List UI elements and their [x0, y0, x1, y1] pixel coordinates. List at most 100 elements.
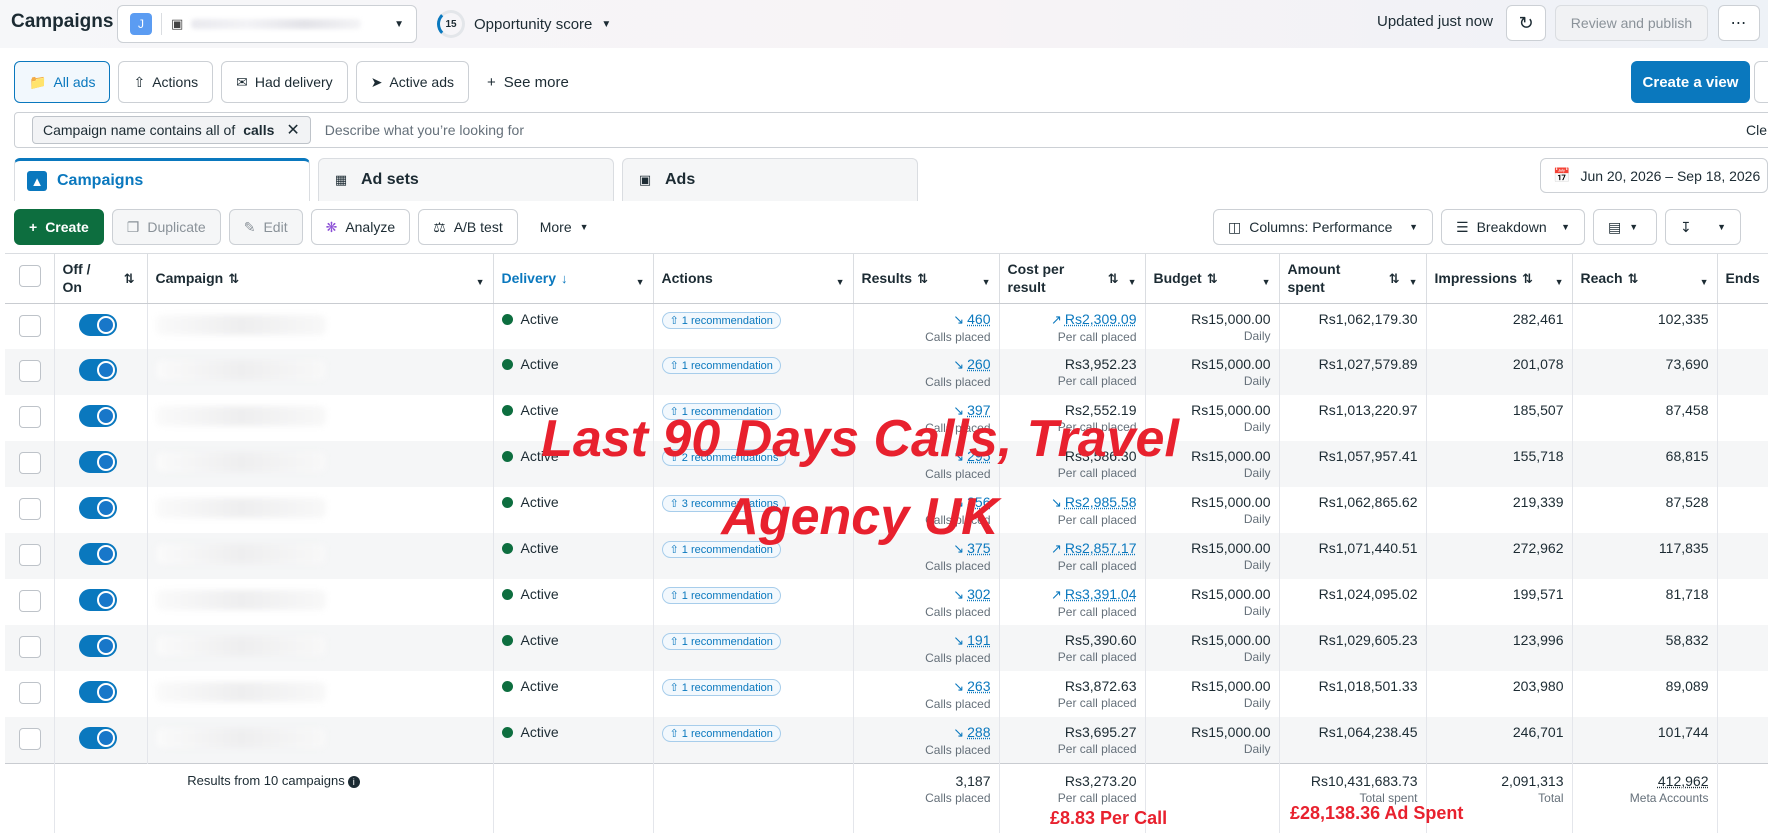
row-checkbox[interactable] [19, 452, 41, 474]
header-impressions[interactable]: Impressions ⇅ ▼ [1426, 254, 1573, 304]
table-row[interactable]: Active ⇧ 1 recommendation ↘ 191 Calls placed… [5, 625, 1768, 671]
campaign-name-cell[interactable] [147, 441, 494, 487]
campaign-name-cell[interactable] [147, 395, 494, 441]
select-all-checkbox[interactable] [19, 265, 41, 288]
results-value[interactable]: 263 [967, 678, 990, 694]
header-campaign[interactable]: Campaign ⇅ ▼ [147, 254, 494, 304]
header-budget[interactable]: Budget ⇅ ▼ [1145, 254, 1280, 304]
recommendation-badge[interactable]: ⇧ 1 recommendation [661, 725, 781, 742]
budget-cell[interactable]: Rs15,000.00 Daily [1145, 671, 1280, 717]
filter-bar[interactable]: Campaign name contains all of calls ✕ De… [14, 112, 1768, 148]
row-checkbox[interactable] [19, 728, 41, 750]
campaign-name-cell[interactable] [147, 533, 494, 579]
tab-campaigns[interactable]: ▲ Campaigns [14, 158, 310, 201]
table-row[interactable]: Active ⇧ 1 recommendation ↘ 460 Calls placed… [5, 303, 1768, 349]
overflow-button[interactable] [1754, 61, 1768, 103]
header-actions[interactable]: Actions ▼ [653, 254, 854, 304]
close-icon[interactable]: ✕ [286, 120, 299, 140]
campaign-name-cell[interactable] [147, 349, 494, 395]
campaign-name-cell[interactable] [147, 717, 494, 763]
view-had-delivery[interactable]: ✉ Had delivery [221, 61, 348, 103]
opportunity-score-dropdown[interactable]: 15 Opportunity score ▼ [437, 10, 611, 38]
row-checkbox[interactable] [19, 314, 41, 337]
header-reach[interactable]: Reach ⇅ ▼ [1572, 254, 1718, 304]
analyze-button[interactable]: ❋ Analyze [310, 209, 411, 245]
row-checkbox[interactable] [19, 360, 41, 382]
header-off-on[interactable]: Off / On ⇅ [54, 254, 148, 304]
recommendation-badge[interactable]: ⇧ 1 recommendation [661, 357, 781, 374]
campaign-toggle[interactable] [78, 543, 117, 565]
cost-value[interactable]: Rs3,391.04 [1065, 586, 1137, 602]
tab-ad-sets[interactable]: ▦ Ad sets [318, 158, 614, 201]
table-row[interactable]: Active ⇧ 1 recommendation ↘ 263 Calls placed… [5, 671, 1768, 717]
ab-test-button[interactable]: ⚖ A/B test [418, 209, 518, 245]
duplicate-button[interactable]: ❐ Duplicate [111, 209, 221, 245]
header-ends[interactable]: Ends [1717, 254, 1768, 304]
budget-cell[interactable]: Rs15,000.00 Daily [1145, 579, 1280, 625]
campaign-name-cell[interactable] [147, 625, 494, 671]
table-row[interactable]: Active ⇧ 1 recommendation ↘ 302 Calls placed… [5, 579, 1768, 625]
create-button[interactable]: + Create [14, 209, 104, 245]
recommendation-badge[interactable]: ⇧ 1 recommendation [661, 679, 781, 696]
row-checkbox[interactable] [19, 406, 41, 428]
view-all-ads[interactable]: 📁 All ads [14, 61, 111, 103]
campaign-toggle[interactable] [78, 497, 117, 519]
more-button[interactable]: More ▼ [526, 209, 603, 245]
search-input[interactable]: Describe what you’re looking for [325, 122, 524, 138]
info-icon[interactable]: i [347, 775, 360, 788]
more-options-button[interactable]: ⋯ [1718, 5, 1760, 41]
row-checkbox[interactable] [19, 590, 41, 612]
filter-chip[interactable]: Campaign name contains all of calls ✕ [32, 116, 311, 144]
row-checkbox[interactable] [19, 498, 41, 520]
recommendation-badge[interactable]: ⇧ 1 recommendation [661, 587, 781, 604]
results-value[interactable]: 302 [967, 586, 990, 602]
export-button[interactable]: ↧ ▼ [1665, 209, 1741, 245]
results-value[interactable]: 460 [967, 311, 990, 327]
row-checkbox[interactable] [19, 544, 41, 566]
campaign-toggle[interactable] [78, 681, 117, 703]
header-amount-spent[interactable]: Amount spent ⇅ ▼ [1279, 254, 1427, 304]
budget-cell[interactable]: Rs15,000.00 Daily [1145, 303, 1280, 349]
breakdown-button[interactable]: ☰ Breakdown ▼ [1441, 209, 1585, 245]
summary-reach-value[interactable]: 412,962 [1658, 773, 1709, 789]
table-row[interactable]: Active ⇧ 1 recommendation ↘ 288 Calls placed… [5, 717, 1768, 763]
header-cost-per-result[interactable]: Cost per result ⇅ ▼ [999, 254, 1146, 304]
campaign-toggle[interactable] [78, 405, 117, 427]
edit-button[interactable]: ✎ Edit [228, 209, 303, 245]
view-actions[interactable]: ⇧ Actions [118, 61, 214, 103]
header-results[interactable]: Results ⇅ ▼ [853, 254, 1000, 304]
campaign-name-cell[interactable] [147, 579, 494, 625]
create-view-button[interactable]: Create a view [1631, 61, 1750, 103]
reports-button[interactable]: ▤ ▼ [1593, 209, 1657, 245]
campaign-toggle[interactable] [78, 451, 117, 473]
campaign-name-cell[interactable] [147, 671, 494, 717]
results-value[interactable]: 288 [967, 724, 990, 740]
campaign-name-cell[interactable] [147, 487, 494, 533]
budget-cell[interactable]: Rs15,000.00 Daily [1145, 349, 1280, 395]
review-and-publish-button[interactable]: Review and publish [1555, 5, 1708, 41]
cost-value[interactable]: Rs2,309.09 [1065, 311, 1137, 327]
clear-filters-link[interactable]: Cle [1746, 122, 1767, 138]
date-range-picker[interactable]: 📅 Jun 20, 2026 – Sep 18, 2026 [1540, 158, 1768, 193]
budget-cell[interactable]: Rs15,000.00 Daily [1145, 717, 1280, 763]
view-active-ads[interactable]: ➤ Active ads [355, 61, 470, 103]
campaign-name-cell[interactable] [147, 303, 494, 349]
recommendation-badge[interactable]: ⇧ 1 recommendation [661, 311, 781, 329]
campaign-toggle[interactable] [78, 727, 117, 749]
results-value[interactable]: 260 [967, 356, 990, 372]
select-all-header[interactable] [5, 254, 55, 304]
row-checkbox[interactable] [19, 636, 41, 658]
campaign-toggle[interactable] [78, 359, 117, 381]
header-delivery[interactable]: Delivery ↓ ▼ [493, 254, 654, 304]
refresh-button[interactable]: ↻ [1506, 5, 1546, 41]
recommendation-badge[interactable]: ⇧ 1 recommendation [661, 633, 781, 650]
row-checkbox[interactable] [19, 682, 41, 704]
campaign-toggle[interactable] [78, 313, 117, 336]
account-selector[interactable]: J ▣ ▼ [117, 5, 417, 43]
campaign-toggle[interactable] [78, 589, 117, 611]
table-row[interactable]: Active ⇧ 1 recommendation ↘ 260 Calls placed… [5, 349, 1768, 395]
campaign-toggle[interactable] [78, 635, 117, 657]
budget-cell[interactable]: Rs15,000.00 Daily [1145, 625, 1280, 671]
columns-button[interactable]: ◫ Columns: Performance ▼ [1213, 209, 1433, 245]
tab-ads[interactable]: ▣ Ads [622, 158, 918, 201]
